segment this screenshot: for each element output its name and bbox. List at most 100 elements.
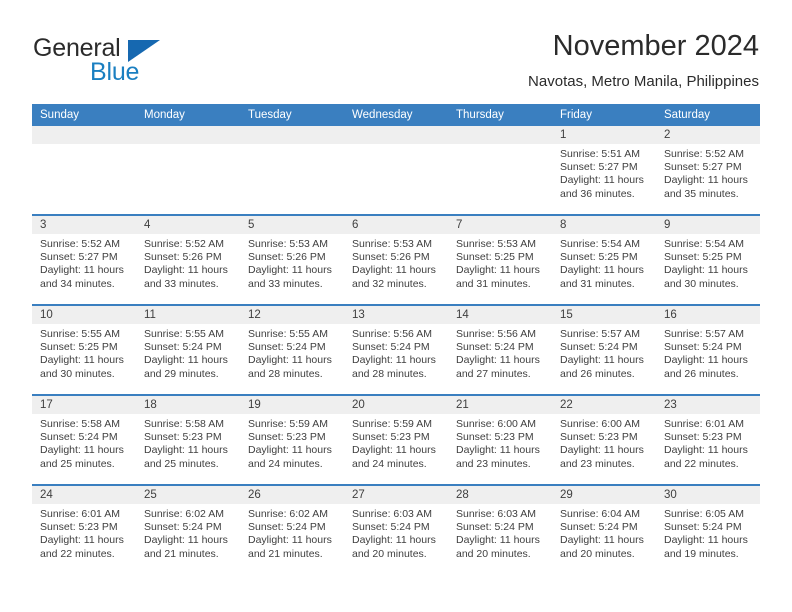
sunset-time: Sunset: 5:23 PM (664, 431, 742, 444)
daylight-duration-line2: and 30 minutes. (664, 277, 739, 290)
day-cell[interactable]: 9 Sunrise: 5:54 AM Sunset: 5:25 PM Daylight… (656, 216, 760, 304)
sunset-time: Sunset: 5:24 PM (352, 521, 430, 534)
day-cell[interactable]: 10 Sunrise: 5:55 AM Sunset: 5:25 PM Dayligh… (32, 306, 136, 394)
sunset-time: Sunset: 5:23 PM (248, 431, 326, 444)
sunrise-time: Sunrise: 5:58 AM (144, 418, 224, 430)
day-number: 24 (32, 486, 136, 504)
day-cell[interactable]: 11 Sunrise: 5:55 AM Sunset: 5:24 PM Dayligh… (136, 306, 240, 394)
daylight-duration-line1: Daylight: 11 hours (664, 444, 748, 457)
day-number: 22 (552, 396, 656, 414)
day-number: 16 (656, 306, 760, 324)
daylight-duration-line2: and 35 minutes. (664, 187, 739, 200)
day-number: 23 (656, 396, 760, 414)
day-cell[interactable]: 30 Sunrise: 6:05 AM Sunset: 5:24 PM Dayligh… (656, 486, 760, 574)
daylight-duration-line1: Daylight: 11 hours (352, 264, 436, 277)
day-details: Sunrise: 5:53 AM Sunset: 5:25 PM Daylight:… (448, 234, 552, 291)
day-cell[interactable]: 23 Sunrise: 6:01 AM Sunset: 5:23 PM Dayligh… (656, 396, 760, 484)
sunset-time: Sunset: 5:24 PM (248, 521, 326, 534)
day-details: Sunrise: 6:04 AM Sunset: 5:24 PM Daylight:… (552, 504, 656, 561)
general-blue-logo[interactable]: General Blue (33, 34, 233, 90)
day-cell-empty (32, 126, 136, 214)
week-row: 3 Sunrise: 5:52 AM Sunset: 5:27 PM Daylight… (32, 214, 760, 304)
day-cell[interactable]: 20 Sunrise: 5:59 AM Sunset: 5:23 PM Dayligh… (344, 396, 448, 484)
day-cell[interactable]: 6 Sunrise: 5:53 AM Sunset: 5:26 PM Daylight… (344, 216, 448, 304)
page-title: November 2024 (552, 30, 759, 62)
daylight-duration-line2: and 28 minutes. (352, 367, 427, 380)
day-number: 14 (448, 306, 552, 324)
sunrise-time: Sunrise: 5:53 AM (456, 238, 536, 250)
sunrise-time: Sunrise: 6:01 AM (40, 508, 120, 520)
daylight-duration-line2: and 25 minutes. (144, 457, 219, 470)
sunrise-time: Sunrise: 5:53 AM (248, 238, 328, 250)
sunset-time: Sunset: 5:23 PM (560, 431, 638, 444)
daylight-duration-line1: Daylight: 11 hours (144, 534, 228, 547)
day-number: 30 (656, 486, 760, 504)
sunrise-time: Sunrise: 5:52 AM (664, 148, 744, 160)
sunrise-time: Sunrise: 6:04 AM (560, 508, 640, 520)
day-details: Sunrise: 5:56 AM Sunset: 5:24 PM Daylight:… (344, 324, 448, 381)
day-number: 20 (344, 396, 448, 414)
day-details: Sunrise: 6:01 AM Sunset: 5:23 PM Daylight:… (656, 414, 760, 471)
day-cell[interactable]: 26 Sunrise: 6:02 AM Sunset: 5:24 PM Dayligh… (240, 486, 344, 574)
day-number: 26 (240, 486, 344, 504)
daylight-duration-line1: Daylight: 11 hours (560, 264, 644, 277)
day-cell[interactable]: 8 Sunrise: 5:54 AM Sunset: 5:25 PM Daylight… (552, 216, 656, 304)
daylight-duration-line1: Daylight: 11 hours (40, 444, 124, 457)
day-cell[interactable]: 14 Sunrise: 5:56 AM Sunset: 5:24 PM Dayligh… (448, 306, 552, 394)
day-cell[interactable]: 28 Sunrise: 6:03 AM Sunset: 5:24 PM Dayligh… (448, 486, 552, 574)
day-cell[interactable]: 12 Sunrise: 5:55 AM Sunset: 5:24 PM Dayligh… (240, 306, 344, 394)
day-details: Sunrise: 5:57 AM Sunset: 5:24 PM Daylight:… (656, 324, 760, 381)
sunset-time: Sunset: 5:24 PM (248, 341, 326, 354)
sunrise-time: Sunrise: 6:03 AM (352, 508, 432, 520)
day-details: Sunrise: 6:00 AM Sunset: 5:23 PM Daylight:… (448, 414, 552, 471)
weekday-monday: Monday (144, 109, 185, 121)
day-cell-empty (240, 126, 344, 214)
sunset-time: Sunset: 5:26 PM (248, 251, 326, 264)
day-cell[interactable]: 4 Sunrise: 5:52 AM Sunset: 5:26 PM Daylight… (136, 216, 240, 304)
day-number: 4 (136, 216, 240, 234)
sunrise-time: Sunrise: 6:00 AM (560, 418, 640, 430)
day-cell[interactable]: 16 Sunrise: 5:57 AM Sunset: 5:24 PM Dayligh… (656, 306, 760, 394)
week-row: 1 Sunrise: 5:51 AM Sunset: 5:27 PM Daylight… (32, 126, 760, 214)
day-cell[interactable]: 18 Sunrise: 5:58 AM Sunset: 5:23 PM Dayligh… (136, 396, 240, 484)
sunset-time: Sunset: 5:24 PM (664, 341, 742, 354)
day-details: Sunrise: 5:55 AM Sunset: 5:24 PM Daylight:… (240, 324, 344, 381)
day-details: Sunrise: 5:53 AM Sunset: 5:26 PM Daylight:… (240, 234, 344, 291)
daylight-duration-line2: and 21 minutes. (248, 547, 323, 560)
sunset-time: Sunset: 5:24 PM (40, 431, 118, 444)
day-cell[interactable]: 7 Sunrise: 5:53 AM Sunset: 5:25 PM Daylight… (448, 216, 552, 304)
day-cell[interactable]: 29 Sunrise: 6:04 AM Sunset: 5:24 PM Dayligh… (552, 486, 656, 574)
sunrise-time: Sunrise: 5:55 AM (144, 328, 224, 340)
day-cell[interactable]: 1 Sunrise: 5:51 AM Sunset: 5:27 PM Daylight… (552, 126, 656, 214)
day-cell[interactable]: 27 Sunrise: 6:03 AM Sunset: 5:24 PM Dayligh… (344, 486, 448, 574)
day-cell[interactable]: 21 Sunrise: 6:00 AM Sunset: 5:23 PM Dayligh… (448, 396, 552, 484)
day-cell[interactable]: 13 Sunrise: 5:56 AM Sunset: 5:24 PM Dayligh… (344, 306, 448, 394)
day-number: 5 (240, 216, 344, 234)
day-cell[interactable]: 24 Sunrise: 6:01 AM Sunset: 5:23 PM Dayligh… (32, 486, 136, 574)
day-cell[interactable]: 2 Sunrise: 5:52 AM Sunset: 5:27 PM Daylight… (656, 126, 760, 214)
daylight-duration-line1: Daylight: 11 hours (560, 444, 644, 457)
day-details: Sunrise: 5:59 AM Sunset: 5:23 PM Daylight:… (344, 414, 448, 471)
day-number: 28 (448, 486, 552, 504)
day-details: Sunrise: 5:58 AM Sunset: 5:23 PM Daylight:… (136, 414, 240, 471)
daylight-duration-line2: and 28 minutes. (248, 367, 323, 380)
day-cell[interactable]: 22 Sunrise: 6:00 AM Sunset: 5:23 PM Dayligh… (552, 396, 656, 484)
day-number: 1 (552, 126, 656, 144)
day-cell[interactable]: 19 Sunrise: 5:59 AM Sunset: 5:23 PM Dayligh… (240, 396, 344, 484)
day-cell[interactable]: 3 Sunrise: 5:52 AM Sunset: 5:27 PM Daylight… (32, 216, 136, 304)
sunrise-time: Sunrise: 5:53 AM (352, 238, 432, 250)
sunrise-time: Sunrise: 6:02 AM (144, 508, 224, 520)
sunrise-time: Sunrise: 5:57 AM (560, 328, 640, 340)
daylight-duration-line2: and 30 minutes. (40, 367, 115, 380)
day-cell[interactable]: 15 Sunrise: 5:57 AM Sunset: 5:24 PM Dayligh… (552, 306, 656, 394)
daylight-duration-line1: Daylight: 11 hours (248, 444, 332, 457)
sunset-time: Sunset: 5:24 PM (560, 521, 638, 534)
day-cell[interactable]: 25 Sunrise: 6:02 AM Sunset: 5:24 PM Dayligh… (136, 486, 240, 574)
day-cell[interactable]: 17 Sunrise: 5:58 AM Sunset: 5:24 PM Dayligh… (32, 396, 136, 484)
daylight-duration-line1: Daylight: 11 hours (40, 264, 124, 277)
day-cell[interactable]: 5 Sunrise: 5:53 AM Sunset: 5:26 PM Daylight… (240, 216, 344, 304)
daylight-duration-line1: Daylight: 11 hours (664, 174, 748, 187)
day-details: Sunrise: 6:01 AM Sunset: 5:23 PM Daylight:… (32, 504, 136, 561)
daylight-duration-line2: and 21 minutes. (144, 547, 219, 560)
sunset-time: Sunset: 5:25 PM (664, 251, 742, 264)
